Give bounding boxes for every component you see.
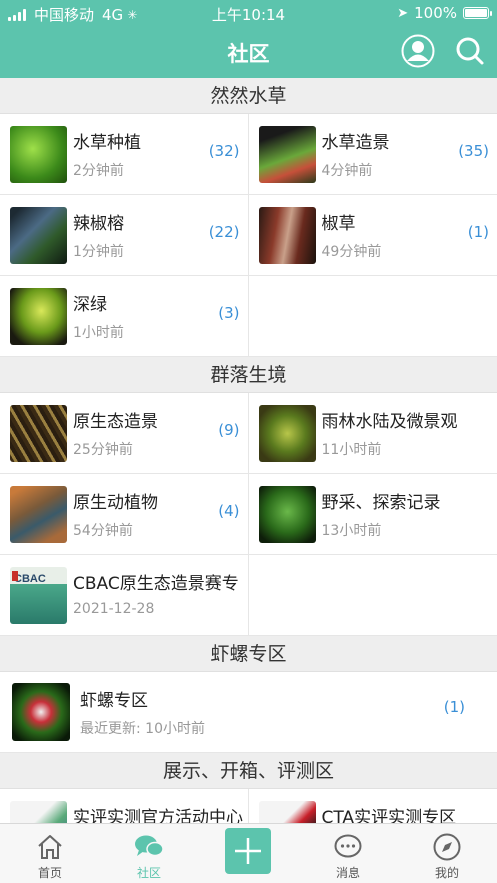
- home-icon: [38, 835, 62, 859]
- empty-cell: [248, 276, 497, 357]
- forum-count: (1): [467, 222, 489, 241]
- section-header: 群落生境: [0, 357, 497, 393]
- forum-time: 2分钟前: [73, 162, 124, 179]
- tab-community[interactable]: 社区: [109, 824, 189, 883]
- empty-cell: [248, 555, 497, 636]
- forum-name: 实评实测官方活动中心: [73, 807, 243, 824]
- forum-cell[interactable]: 深绿 1小时前 (3): [0, 276, 249, 357]
- forum-thumbnail: [258, 404, 316, 462]
- location-icon: ➤: [397, 5, 409, 21]
- forum-thumbnail: [258, 206, 316, 264]
- forum-count: (35): [458, 141, 489, 160]
- forum-name: CBAC原生态造景赛专: [73, 573, 239, 594]
- battery-percent: 100%: [414, 4, 457, 22]
- forum-time: 2021-12-28: [73, 600, 155, 617]
- tab-bar: 首页 社区 消息 我的: [0, 823, 497, 883]
- forum-name: 水草种植: [73, 132, 141, 153]
- forum-time: 13小时前: [321, 522, 382, 539]
- forum-name: 虾螺专区: [80, 690, 148, 711]
- forum-name: CTA实评实测专区: [321, 807, 457, 824]
- nav-bar: 社区: [0, 26, 497, 78]
- tab-home[interactable]: 首页: [10, 824, 90, 883]
- forum-thumbnail: [10, 287, 67, 345]
- plus-icon: [235, 838, 261, 864]
- cbac-logo: CBAC: [14, 572, 46, 585]
- message-icon: [334, 834, 362, 858]
- forum-cell[interactable]: 辣椒榕 1分钟前 (22): [0, 195, 249, 276]
- forum-name: 辣椒榕: [73, 213, 124, 234]
- forum-cell[interactable]: 原生态造景 25分钟前 (9): [0, 393, 249, 474]
- tab-label: 我的: [434, 866, 459, 880]
- forum-cell[interactable]: 水草造景 4分钟前 (35): [248, 114, 497, 195]
- section-grid: 原生态造景 25分钟前 (9) 雨林水陆及微景观 11小时前 原生动植物 54分…: [0, 393, 497, 636]
- tab-messages[interactable]: 消息: [308, 824, 388, 883]
- forum-thumbnail: [10, 404, 67, 462]
- section-grid: 实评实测官方活动中心 CTA实评实测专区: [0, 789, 497, 823]
- forum-thumbnail: [258, 800, 316, 823]
- profile-button[interactable]: [399, 32, 437, 70]
- forum-cell[interactable]: 实评实测官方活动中心: [0, 789, 249, 823]
- tab-label: 社区: [136, 866, 161, 880]
- forum-thumbnail: [258, 125, 316, 183]
- forum-cell[interactable]: 水草种植 2分钟前 (32): [0, 114, 249, 195]
- forum-cell[interactable]: 虾螺专区 最近更新: 10小时前 (1): [0, 672, 497, 753]
- forum-cell[interactable]: CTA实评实测专区: [248, 789, 497, 824]
- forum-count: (9): [218, 420, 240, 439]
- chat-bubbles-icon: [135, 835, 164, 857]
- forum-time: 54分钟前: [73, 522, 133, 539]
- forum-name: 深绿: [73, 294, 107, 315]
- forum-list[interactable]: 然然水草 水草种植 2分钟前 (32) 水草造景 4分钟前 (35) 辣椒榕 1…: [0, 78, 497, 823]
- forum-name: 雨林水陆及微景观: [321, 411, 458, 432]
- forum-name: 野采、探索记录: [321, 492, 441, 513]
- forum-thumbnail: [10, 206, 67, 264]
- tab-mine[interactable]: 我的: [407, 824, 487, 883]
- forum-thumbnail: [10, 800, 67, 823]
- user-icon: [401, 34, 435, 68]
- forum-count: (4): [218, 501, 240, 520]
- forum-count: (3): [218, 303, 240, 322]
- search-icon: [456, 37, 484, 65]
- forum-name: 水草造景: [321, 132, 390, 153]
- forum-count: (32): [208, 141, 240, 160]
- forum-thumbnail: [12, 683, 70, 741]
- status-bar: 中国移动 4G ✳ 上午10:14 ➤ 100%: [0, 0, 497, 26]
- forum-time: 4分钟前: [321, 162, 373, 179]
- forum-thumbnail: [10, 485, 67, 543]
- forum-cell[interactable]: 椒草 49分钟前 (1): [248, 195, 497, 276]
- section-grid: 水草种植 2分钟前 (32) 水草造景 4分钟前 (35) 辣椒榕 1分钟前 (…: [0, 114, 497, 357]
- create-post-button[interactable]: [225, 828, 271, 874]
- forum-thumbnail: CBAC: [10, 566, 67, 624]
- forum-time: 1小时前: [73, 324, 124, 341]
- section-header: 虾螺专区: [0, 636, 497, 672]
- battery-icon: [463, 7, 492, 19]
- tab-label: 首页: [37, 866, 62, 880]
- forum-cell[interactable]: 雨林水陆及微景观 11小时前: [248, 393, 497, 474]
- forum-cell[interactable]: 野采、探索记录 13小时前: [248, 474, 497, 555]
- forum-time: 1分钟前: [73, 243, 124, 260]
- forum-time: 49分钟前: [321, 243, 382, 260]
- forum-thumbnail: [10, 125, 67, 183]
- forum-time: 11小时前: [321, 441, 382, 458]
- forum-name: 椒草: [321, 213, 356, 234]
- forum-time: 最近更新: 10小时前: [80, 720, 205, 737]
- forum-count: (22): [208, 222, 240, 241]
- forum-count: (1): [443, 697, 465, 716]
- section-header: 展示、开箱、评测区: [0, 753, 497, 789]
- forum-thumbnail: [258, 485, 316, 543]
- forum-name: 原生态造景: [73, 411, 158, 432]
- forum-cell[interactable]: 原生动植物 54分钟前 (4): [0, 474, 249, 555]
- forum-time: 25分钟前: [73, 441, 133, 458]
- section-header: 然然水草: [0, 78, 497, 114]
- compass-icon: [433, 833, 461, 861]
- tab-label: 消息: [335, 866, 360, 880]
- forum-name: 原生动植物: [73, 492, 158, 513]
- forum-cell[interactable]: CBAC CBAC原生态造景赛专 2021-12-28: [0, 555, 249, 636]
- search-button[interactable]: [451, 32, 489, 70]
